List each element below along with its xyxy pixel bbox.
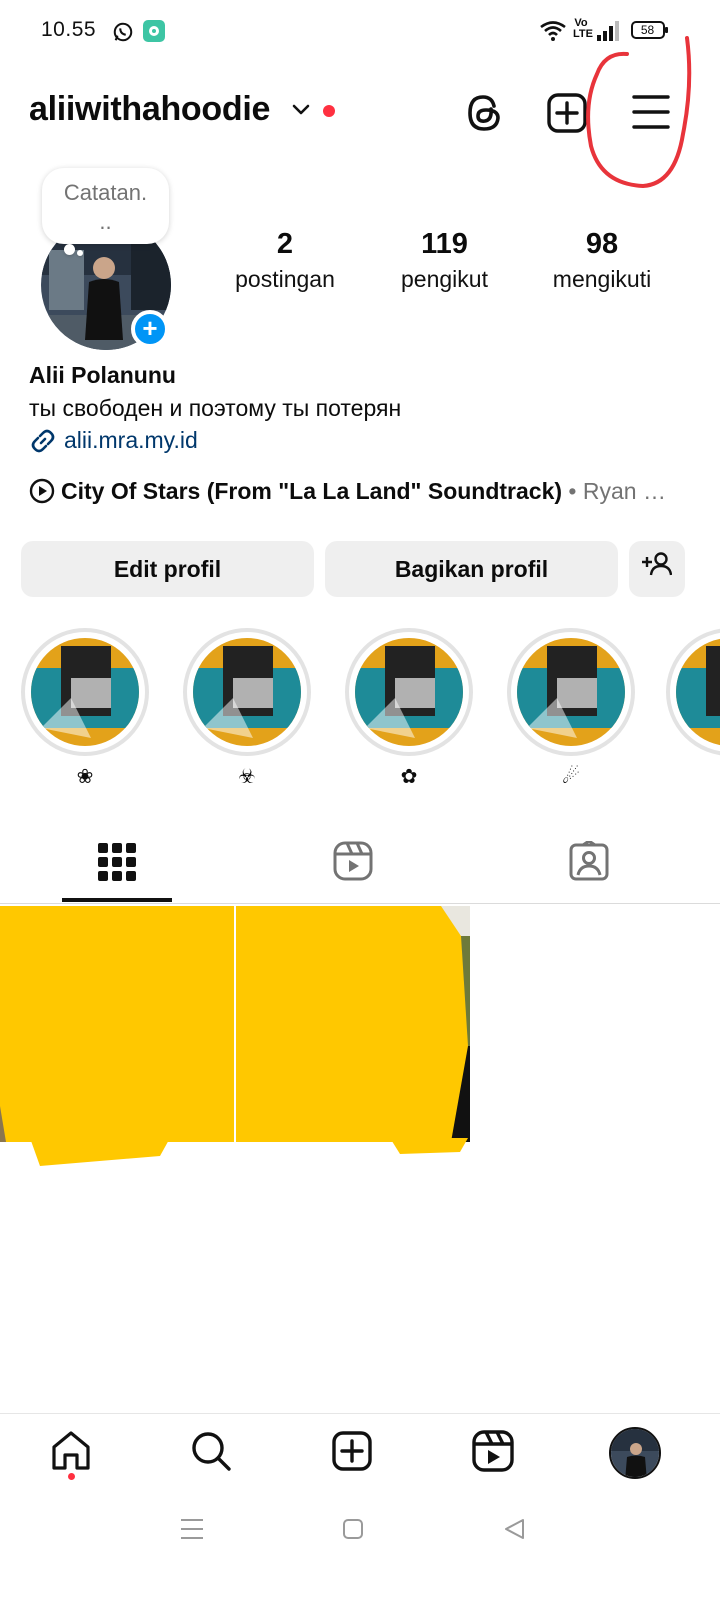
discover-people-button[interactable] — [629, 541, 685, 597]
add-post-icon[interactable] — [546, 92, 588, 139]
notification-dot — [323, 105, 335, 117]
grid-post[interactable] — [236, 906, 470, 1142]
app-notification-icon — [143, 20, 165, 47]
tagged-icon — [569, 839, 609, 886]
add-story-button[interactable]: + — [131, 310, 169, 348]
grid-icon — [98, 843, 136, 886]
reels-icon[interactable] — [472, 1430, 516, 1474]
highlight-cover — [355, 638, 463, 746]
stat-posts[interactable]: 2 postingan — [230, 226, 340, 296]
edit-profile-button[interactable]: Edit profil — [21, 541, 314, 597]
stat-followers[interactable]: 119 pengikut — [392, 226, 497, 296]
home-button-icon[interactable] — [342, 1518, 364, 1545]
threads-icon[interactable] — [464, 92, 504, 139]
stat-posts-label: postingan — [235, 266, 335, 292]
profile-bio: ты свободен и поэтому ты потерян — [29, 395, 402, 421]
active-tab-indicator — [62, 898, 172, 902]
stat-following-label: mengikuti — [552, 266, 652, 292]
highlight-label: ✿ — [400, 766, 418, 788]
story-highlight[interactable]: ✿ — [344, 628, 474, 788]
music-title: City Of Stars (From "La La Land" Soundtr… — [61, 478, 563, 504]
highlight-cover — [676, 638, 720, 746]
tab-tagged[interactable] — [480, 834, 720, 904]
story-highlight-partial[interactable] — [666, 628, 720, 758]
home-icon[interactable] — [50, 1430, 94, 1474]
tab-posts-grid[interactable] — [0, 834, 240, 904]
back-icon[interactable] — [503, 1518, 525, 1545]
highlight-label: ❀ — [76, 766, 94, 788]
status-time: 10.55 — [41, 18, 97, 41]
annotation-circle — [583, 34, 703, 197]
reels-icon — [333, 841, 373, 886]
highlight-cover — [31, 638, 139, 746]
note-bubble-tail-small — [77, 250, 83, 256]
highlight-cover — [193, 638, 301, 746]
music-artist: • Ryan … — [562, 478, 666, 504]
create-icon[interactable] — [331, 1430, 375, 1474]
note-line-2: .. — [99, 209, 112, 234]
highlight-cover — [517, 638, 625, 746]
recent-apps-icon[interactable] — [180, 1518, 204, 1545]
home-notification-dot — [68, 1473, 75, 1480]
story-highlight[interactable]: ❀ — [20, 628, 150, 788]
stat-following-value: 98 — [585, 228, 619, 260]
link-icon — [29, 427, 57, 460]
stat-followers-value: 119 — [421, 228, 468, 260]
stat-followers-label: pengikut — [401, 266, 488, 292]
note-bubble-tail — [64, 244, 75, 255]
profile-full-name: Alii Polanunu — [29, 362, 176, 388]
story-highlight[interactable]: ☣ — [182, 628, 312, 788]
system-navigation-bar — [0, 1500, 720, 1600]
share-profile-button[interactable]: Bagikan profil — [325, 541, 618, 597]
profile-link[interactable]: alii.mra.my.id — [64, 427, 198, 454]
search-icon[interactable] — [190, 1430, 234, 1474]
story-highlight[interactable]: ☄ — [506, 628, 636, 788]
highlight-label: ☄ — [562, 766, 580, 788]
add-person-icon — [642, 541, 673, 597]
profile-avatar[interactable] — [609, 1427, 661, 1479]
username-switcher[interactable]: aliiwithahoodie — [29, 90, 270, 129]
grid-post[interactable] — [0, 906, 234, 1142]
tab-reels[interactable] — [240, 834, 480, 904]
stat-posts-value: 2 — [276, 228, 294, 260]
wifi-icon — [540, 21, 566, 46]
stat-following[interactable]: 98 mengikuti — [545, 226, 659, 296]
profile-music[interactable]: City Of Stars (From "La La Land" Soundtr… — [29, 478, 666, 510]
note-bubble[interactable]: Catatan. .. — [42, 168, 169, 244]
chevron-down-icon[interactable] — [291, 103, 311, 122]
whatsapp-icon — [112, 21, 134, 48]
note-line-1: Catatan. — [63, 180, 148, 205]
highlight-label: ☣ — [238, 766, 256, 788]
tab-divider — [0, 903, 720, 904]
redaction-overflow — [0, 1138, 470, 1166]
play-circle-icon — [29, 478, 55, 510]
